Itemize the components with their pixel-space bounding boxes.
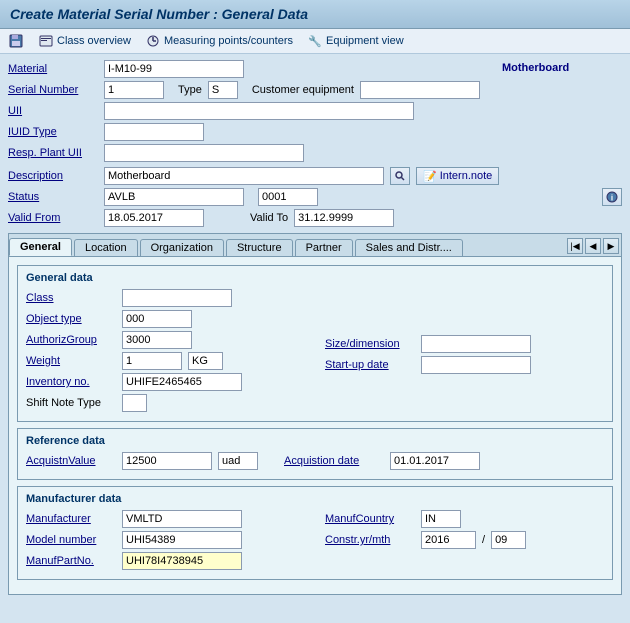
authoriz-label[interactable]: AuthorizGroup [26, 334, 116, 346]
class-input[interactable] [122, 289, 232, 307]
serial-number-input[interactable] [104, 81, 164, 99]
uii-input[interactable] [104, 102, 414, 120]
measuring-icon [145, 33, 161, 49]
class-label[interactable]: Class [26, 292, 116, 304]
constr-yr-input[interactable] [421, 531, 476, 549]
description-label[interactable]: Description [8, 170, 98, 182]
iuid-type-input[interactable] [104, 123, 204, 141]
tabs-row: General Location Organization Structure … [9, 234, 621, 256]
object-type-label[interactable]: Object type [26, 313, 116, 325]
constr-yr-label[interactable]: Constr.yr/mth [325, 534, 415, 546]
manuf-country-input[interactable] [421, 510, 461, 528]
manuf-country-label[interactable]: ManufCountry [325, 513, 415, 525]
reference-data-title: Reference data [26, 435, 604, 447]
manufacturer-input[interactable] [122, 510, 242, 528]
save-icon [8, 33, 24, 49]
tab-general[interactable]: General [9, 238, 72, 256]
svg-text:i: i [611, 194, 613, 203]
description-input[interactable] [104, 167, 384, 185]
status-code-input[interactable] [258, 188, 318, 206]
toolbar: Class overview Measuring points/counters… [0, 29, 630, 54]
constr-sep: / [482, 534, 485, 546]
model-number-label[interactable]: Model number [26, 534, 116, 546]
resp-plant-label[interactable]: Resp. Plant UII [8, 147, 98, 159]
iuid-type-label[interactable]: IUID Type [8, 126, 98, 138]
tab-sales[interactable]: Sales and Distr.... [355, 239, 463, 256]
status-input[interactable] [104, 188, 244, 206]
manufacturer-label[interactable]: Manufacturer [26, 513, 116, 525]
status-label[interactable]: Status [8, 191, 98, 203]
title-bar: Create Material Serial Number : General … [0, 0, 630, 29]
weight-input[interactable] [122, 352, 182, 370]
tab-nav-first[interactable]: |◀ [567, 238, 583, 254]
tab-partner[interactable]: Partner [295, 239, 353, 256]
constr-mth-input[interactable] [491, 531, 526, 549]
main-content: Material Serial Number Type Customer equ… [0, 54, 630, 601]
general-data-title: General data [26, 272, 604, 284]
valid-from-input[interactable] [104, 209, 204, 227]
class-overview-label: Class overview [57, 35, 131, 47]
valid-to-label: Valid To [250, 212, 288, 224]
inventory-label[interactable]: Inventory no. [26, 376, 116, 388]
general-data-section: General data Class Object type Aut [17, 265, 613, 422]
resp-plant-input[interactable] [104, 144, 304, 162]
uii-label[interactable]: UII [8, 105, 98, 117]
valid-to-input[interactable] [294, 209, 394, 227]
intern-note-button[interactable]: 📝 Intern.note [416, 167, 499, 185]
page-title: Create Material Serial Number : General … [10, 6, 308, 22]
tab-nav-next[interactable]: ▶ [603, 238, 619, 254]
manuf-part-input[interactable] [122, 552, 242, 570]
material-input[interactable] [104, 60, 244, 78]
type-input[interactable] [208, 81, 238, 99]
reference-data-section: Reference data AcquistnValue Acquistion … [17, 428, 613, 480]
status-info-button[interactable]: i [602, 188, 622, 206]
authoriz-input[interactable] [122, 331, 192, 349]
size-dim-label[interactable]: Size/dimension [325, 338, 415, 350]
note-icon: 📝 [423, 170, 437, 183]
type-label: Type [178, 84, 202, 96]
material-label[interactable]: Material [8, 63, 98, 75]
tab-nav-prev[interactable]: ◀ [585, 238, 601, 254]
tab-organization[interactable]: Organization [140, 239, 224, 256]
description-search-button[interactable] [390, 167, 410, 185]
startup-input[interactable] [421, 356, 531, 374]
acquistn-unit-input[interactable] [218, 452, 258, 470]
motherboard-text: Motherboard [502, 62, 622, 74]
acquistion-date-label[interactable]: Acquistion date [284, 455, 384, 467]
inventory-input[interactable] [122, 373, 242, 391]
measuring-button[interactable]: Measuring points/counters [145, 33, 293, 49]
tabs-container: General Location Organization Structure … [8, 233, 622, 595]
tab-general-content: General data Class Object type Aut [9, 256, 621, 594]
valid-from-label[interactable]: Valid From [8, 212, 98, 224]
weight-unit-input[interactable] [188, 352, 223, 370]
manufacturer-data-section: Manufacturer data Manufacturer Model num… [17, 486, 613, 580]
acquistn-label[interactable]: AcquistnValue [26, 455, 116, 467]
customer-equipment-input[interactable] [360, 81, 480, 99]
class-overview-icon [38, 33, 54, 49]
shift-note-label: Shift Note Type [26, 397, 116, 409]
tab-structure[interactable]: Structure [226, 239, 293, 256]
manufacturer-data-title: Manufacturer data [26, 493, 604, 505]
object-type-input[interactable] [122, 310, 192, 328]
customer-equipment-label: Customer equipment [252, 84, 354, 96]
intern-note-label: Intern.note [440, 170, 493, 182]
measuring-label: Measuring points/counters [164, 35, 293, 47]
acquistion-date-input[interactable] [390, 452, 480, 470]
weight-label[interactable]: Weight [26, 355, 116, 367]
equipment-view-button[interactable]: 🔧 Equipment view [307, 33, 404, 49]
startup-label[interactable]: Start-up date [325, 359, 415, 371]
size-dim-input[interactable] [421, 335, 531, 353]
shift-note-input[interactable] [122, 394, 147, 412]
manuf-part-label[interactable]: ManufPartNo. [26, 555, 116, 567]
tab-location[interactable]: Location [74, 239, 138, 256]
save-button[interactable] [8, 33, 24, 49]
equipment-view-label: Equipment view [326, 35, 404, 47]
class-overview-button[interactable]: Class overview [38, 33, 131, 49]
model-number-input[interactable] [122, 531, 242, 549]
wrench-icon: 🔧 [307, 33, 323, 49]
serial-number-label[interactable]: Serial Number [8, 84, 98, 96]
tab-navigation: |◀ ◀ ▶ [565, 236, 621, 256]
acquistn-input[interactable] [122, 452, 212, 470]
